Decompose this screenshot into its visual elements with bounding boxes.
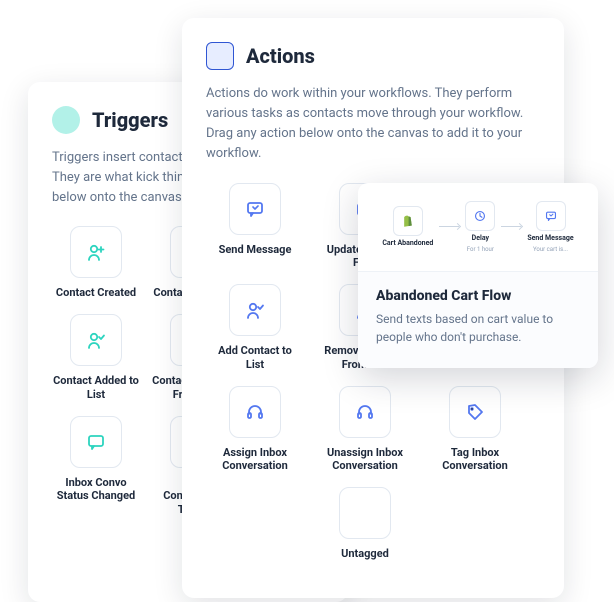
clock-icon	[465, 201, 495, 231]
send-message-icon	[229, 183, 281, 235]
triggers-item[interactable]: Contact Added to List	[52, 314, 140, 402]
send-message-icon	[536, 201, 566, 231]
triggers-item-label: Contact Created	[56, 286, 136, 300]
user-check-icon	[229, 284, 281, 336]
actions-title: Actions	[246, 44, 315, 68]
actions-item[interactable]: Unassign Inbox Conversation	[316, 386, 414, 474]
actions-item-label: Unassign Inbox Conversation	[319, 446, 411, 474]
user-plus-icon	[70, 226, 122, 278]
message-icon	[70, 416, 122, 468]
flow-node-label: Send Message	[527, 235, 573, 243]
flow-node-label: Cart Abandoned	[382, 240, 433, 248]
triggers-title: Triggers	[92, 108, 168, 132]
flow-title: Abandoned Cart Flow	[376, 288, 580, 304]
triggers-item-label: Contact Added to List	[52, 374, 140, 402]
flow-diagram: Cart Abandoned Delay For 1 hour Send Messag…	[358, 183, 598, 272]
blank-icon	[339, 487, 391, 539]
flow-node-label: Delay	[472, 235, 489, 243]
user-check-icon	[70, 314, 122, 366]
flow-arrow-icon	[439, 226, 459, 227]
flow-node: Delay For 1 hour	[465, 201, 495, 253]
triggers-item[interactable]: Inbox Convo Status Changed	[52, 416, 140, 517]
flow-node: Send Message Your cart is...	[527, 201, 573, 253]
actions-description: Actions do work within your workflows. T…	[206, 84, 540, 165]
flow-node-sublabel: For 1 hour	[467, 247, 494, 253]
flow-description: Send texts based on cart value to people…	[376, 310, 580, 346]
actions-item[interactable]: Untagged	[316, 487, 414, 561]
actions-item[interactable]: Add Contact to List	[206, 284, 304, 372]
triggers-item[interactable]: Contact Created	[52, 226, 140, 300]
actions-item[interactable]: Send Message	[206, 183, 304, 271]
actions-swatch-icon	[206, 42, 234, 70]
triggers-item-label: Inbox Convo Status Changed	[52, 476, 140, 504]
headset-icon	[229, 386, 281, 438]
actions-item-label: Add Contact to List	[209, 344, 301, 372]
shopify-icon	[393, 206, 423, 236]
flow-body: Abandoned Cart Flow Send texts based on …	[358, 272, 598, 368]
actions-item-label: Assign Inbox Conversation	[209, 446, 301, 474]
flow-node: Cart Abandoned	[382, 206, 433, 248]
actions-item-label: Tag Inbox Conversation	[429, 446, 521, 474]
flow-card[interactable]: Cart Abandoned Delay For 1 hour Send Messag…	[358, 183, 598, 368]
actions-item[interactable]: Tag Inbox Conversation	[426, 386, 524, 474]
headset-icon	[339, 386, 391, 438]
actions-item-label: Send Message	[219, 243, 292, 257]
flow-arrow-icon	[501, 226, 521, 227]
triggers-swatch-icon	[52, 106, 80, 134]
actions-header: Actions	[206, 42, 540, 70]
actions-item-label: Untagged	[341, 547, 389, 561]
tag-icon	[449, 386, 501, 438]
flow-node-sublabel: Your cart is...	[533, 247, 568, 253]
actions-item[interactable]: Assign Inbox Conversation	[206, 386, 304, 474]
